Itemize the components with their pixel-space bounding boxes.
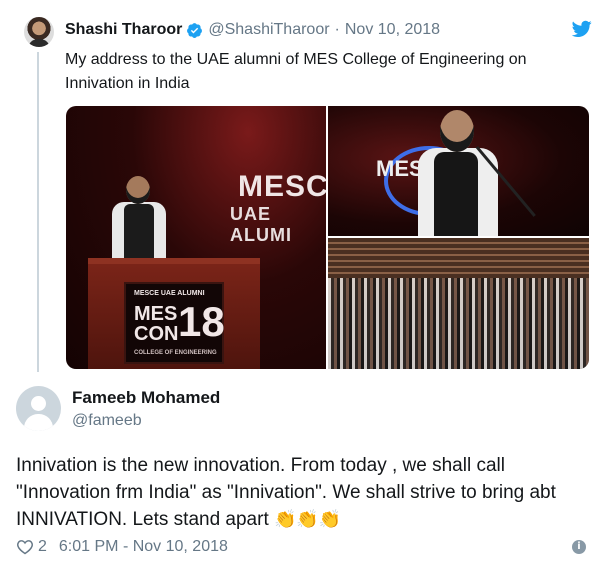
photo-speaker-at-podium[interactable]: MESCE UAE ALUMI MESCE UAE ALUMNI MES CON… [66,106,326,369]
audience-crowd [328,278,589,369]
info-icon[interactable]: i [572,540,586,554]
tweet-header: Shashi Tharoor @ShashiTharoor · Nov 10, … [65,21,440,39]
clapping-hands-emoji: 👏👏👏 [274,509,342,530]
podium-subtitle: COLLEGE OF ENGINEERING [134,350,217,356]
podium-small-label: MESCE UAE ALUMNI [134,290,205,297]
podium-18: 18 [178,298,225,345]
reply-text: Innivation is the new innovation. From t… [16,452,594,533]
photo-audience[interactable] [328,238,589,369]
podium-con: CON [134,323,179,345]
author-avatar[interactable] [24,17,54,47]
verified-badge-icon [187,22,203,38]
reply-author-name[interactable]: Fameeb Mohamed [72,388,220,408]
quoted-tweet-text: My address to the UAE alumni of MES Coll… [65,51,527,92]
heart-icon[interactable] [16,539,34,555]
reply-author-handle[interactable]: @fameeb [72,412,142,430]
separator-dot: · [334,21,340,38]
speaker-figure [410,110,500,236]
reply-timestamp[interactable]: 6:01 PM - Nov 10, 2018 [59,538,228,556]
tweet-footer: 2 6:01 PM - Nov 10, 2018 [16,538,228,556]
backdrop-sign-sub: UAE ALUMI [230,204,292,245]
thread-line [37,52,39,372]
hall-ceiling [328,238,589,278]
author-handle[interactable]: @ShashiTharoor [208,21,329,39]
photo-speaker-closeup[interactable]: MESCE [328,106,589,236]
reply-author-avatar[interactable] [16,386,61,431]
author-name[interactable]: Shashi Tharoor [65,21,182,39]
backdrop-sign: MESCE [238,170,326,203]
media-grid: MESCE UAE ALUMI MESCE UAE ALUMNI MES CON… [66,106,589,369]
like-count[interactable]: 2 [38,538,47,556]
tweet-date[interactable]: Nov 10, 2018 [345,21,440,39]
twitter-bird-icon[interactable] [572,20,592,38]
podium-mes: MES [134,303,178,325]
